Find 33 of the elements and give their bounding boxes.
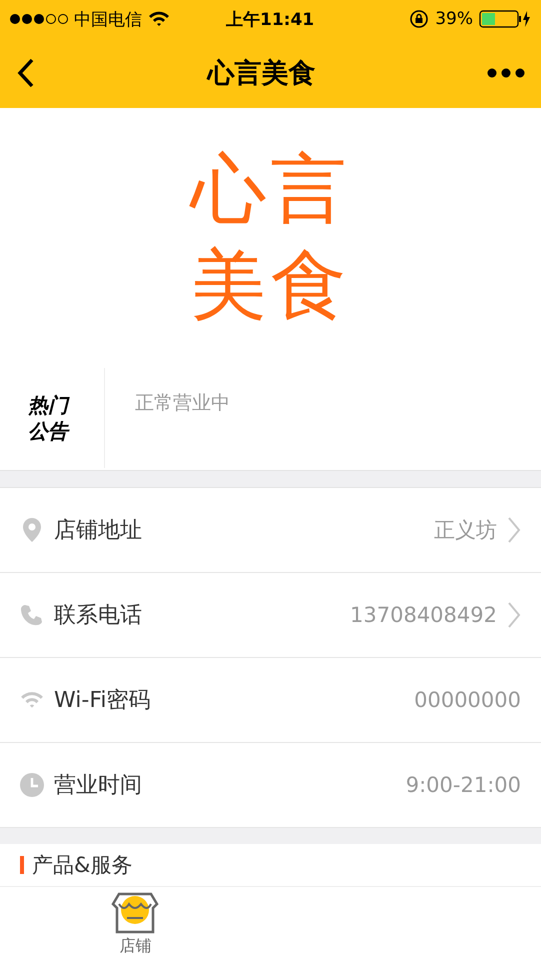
row-value: 正义坊 [434, 517, 497, 544]
info-row[interactable]: 店铺地址 正义坊 [0, 488, 541, 573]
rotation-lock-icon [409, 9, 430, 29]
signal-icon [10, 14, 68, 24]
wifi-icon [148, 11, 170, 27]
tab-item[interactable]: 店铺 [0, 887, 270, 960]
location-pin-icon [20, 517, 44, 543]
battery-charging-icon [479, 10, 531, 28]
chevron-right-icon [507, 601, 521, 629]
store-logo: 心言 美食 [190, 143, 350, 331]
row-label: 营业时间 [54, 772, 142, 800]
notice-label: 热门公告 [28, 392, 71, 444]
row-value: 13708408492 [350, 603, 497, 627]
carrier-name: 中国电信 [74, 8, 142, 30]
status-time: 上午11:41 [226, 8, 314, 30]
more-button[interactable] [487, 68, 525, 78]
battery-percent: 39% [435, 9, 473, 29]
clock-icon [20, 773, 44, 797]
phone-icon [20, 603, 44, 627]
page-title: 心言美食 [208, 57, 316, 91]
wifi-icon [20, 691, 44, 709]
info-row[interactable]: 联系电话 13708408492 [0, 573, 541, 658]
section-title: 产品&服务 [32, 852, 132, 879]
back-button[interactable] [16, 57, 36, 89]
shop-icon [111, 890, 160, 934]
row-label: 联系电话 [54, 602, 142, 630]
row-label: 店铺地址 [54, 517, 142, 545]
notice-text: 正常营业中 [135, 391, 230, 416]
section-marker [20, 856, 24, 874]
row-label: Wi-Fi密码 [54, 687, 150, 715]
row-value: 00000000 [414, 688, 521, 712]
row-value: 9:00-21:00 [406, 773, 521, 797]
chevron-right-icon [507, 516, 521, 544]
